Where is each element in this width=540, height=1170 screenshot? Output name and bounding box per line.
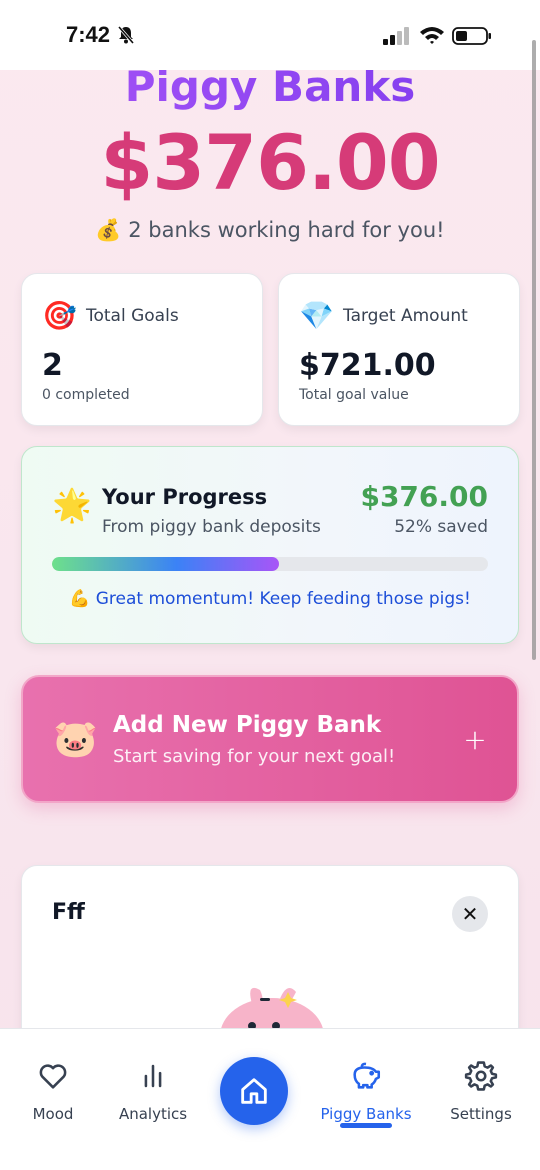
- progress-title: Your Progress: [102, 485, 268, 509]
- nav-home-button[interactable]: [220, 1057, 288, 1125]
- progress-percent: 52% saved: [394, 517, 488, 537]
- nav-label: Settings: [450, 1105, 512, 1123]
- status-bar: 7:42: [0, 0, 540, 70]
- add-bank-title: Add New Piggy Bank: [113, 711, 382, 738]
- close-button[interactable]: ✕: [452, 896, 488, 932]
- nav-piggy-banks[interactable]: Piggy Banks: [311, 1059, 421, 1123]
- bell-muted-icon: [117, 26, 135, 44]
- stat-subtext: 0 completed: [42, 387, 130, 403]
- stat-value: 2: [42, 348, 63, 383]
- nav-label: Mood: [32, 1105, 74, 1123]
- bar-chart-icon: [144, 1064, 162, 1088]
- nav-label: Piggy Banks: [320, 1105, 412, 1123]
- total-goals-card: 🎯 Total Goals 2 0 completed: [21, 273, 263, 426]
- active-tab-indicator: [340, 1123, 392, 1128]
- tagline: 💰 2 banks working hard for you!: [0, 218, 540, 243]
- progress-subtitle: From piggy bank deposits: [102, 517, 321, 537]
- nav-mood[interactable]: Mood: [0, 1059, 108, 1123]
- scrollbar[interactable]: [532, 40, 536, 660]
- progress-message: 💪 Great momentum! Keep feeding those pig…: [69, 589, 471, 609]
- gear-icon: [464, 1061, 498, 1091]
- stat-label: Total Goals: [86, 306, 179, 326]
- home-icon: [241, 1078, 267, 1104]
- pig-face-icon: 🐷: [53, 719, 98, 760]
- battery-icon: [452, 27, 491, 45]
- progress-amount: $376.00: [360, 480, 488, 513]
- status-time: 7:42: [66, 22, 111, 47]
- bank-name: Fff: [52, 900, 85, 925]
- bottom-nav: Mood Analytics Piggy Banks Settings: [0, 1028, 540, 1170]
- heart-icon: [39, 1064, 67, 1089]
- diamond-icon: 💎: [299, 299, 334, 332]
- page-header: Piggy Banks $376.00 💰 2 banks working ha…: [0, 58, 540, 243]
- plus-icon: +: [463, 722, 487, 756]
- add-bank-subtitle: Start saving for your next goal!: [113, 745, 396, 767]
- money-bag-icon: 💰: [95, 218, 122, 242]
- target-amount-card: 💎 Target Amount $721.00 Total goal value: [278, 273, 520, 426]
- star-icon: 🌟: [52, 486, 92, 524]
- progress-bar-track: [52, 557, 488, 571]
- stat-value: $721.00: [299, 348, 436, 383]
- progress-bar-fill: [52, 557, 279, 571]
- nav-analytics[interactable]: Analytics: [98, 1059, 208, 1123]
- stat-subtext: Total goal value: [299, 387, 409, 403]
- nav-settings[interactable]: Settings: [426, 1059, 536, 1123]
- wifi-icon: [420, 27, 444, 44]
- piggy-bank-icon: [353, 1062, 381, 1089]
- total-savings-amount: $376.00: [100, 118, 440, 207]
- tagline-text: 2 banks working hard for you!: [128, 218, 445, 242]
- cellular-signal-icon: [383, 27, 409, 45]
- target-icon: 🎯: [42, 299, 77, 332]
- add-piggy-bank-button[interactable]: 🐷 Add New Piggy Bank Start saving for yo…: [21, 675, 519, 803]
- stat-label: Target Amount: [343, 306, 468, 326]
- nav-label: Analytics: [118, 1105, 188, 1123]
- progress-card: 🌟 Your Progress From piggy bank deposits…: [21, 446, 519, 644]
